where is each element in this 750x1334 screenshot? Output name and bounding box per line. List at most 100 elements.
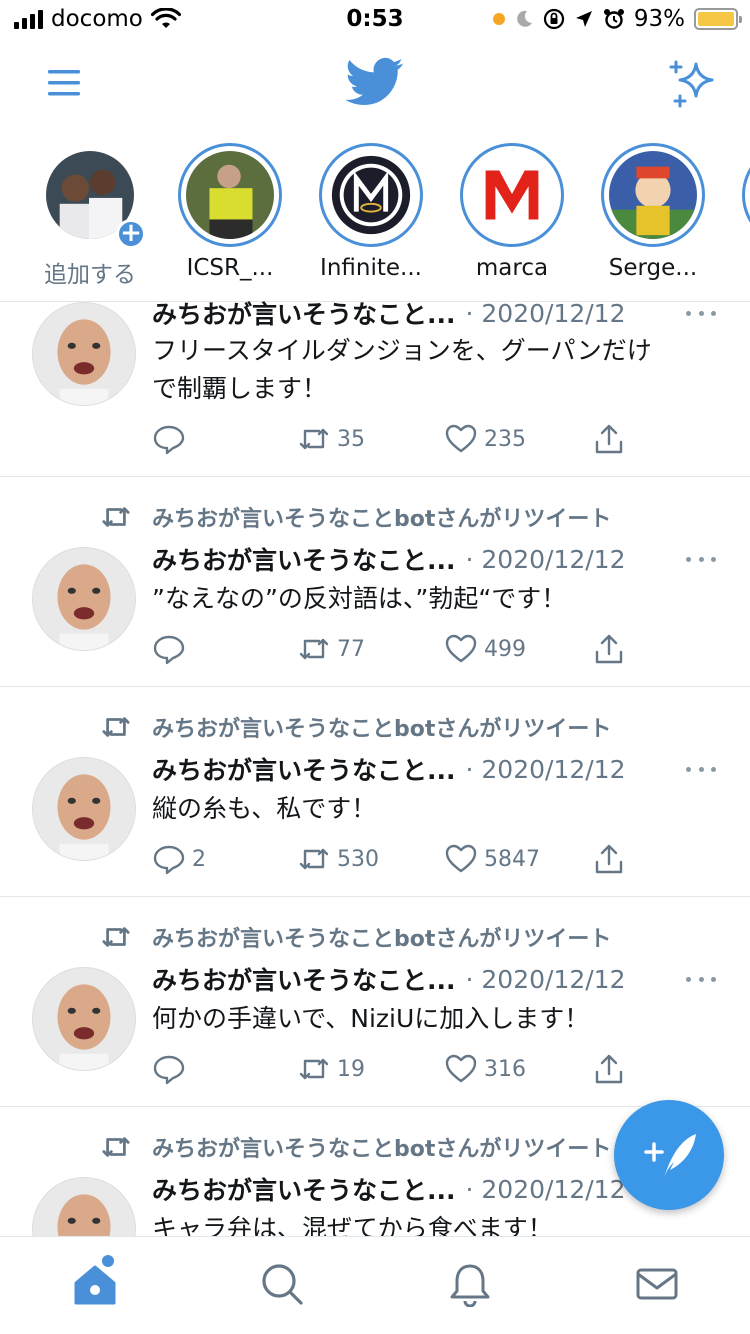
retweet-button[interactable]: 530 [297,842,379,876]
tweet-header: みちおが言いそうなこと... · 2020/12/12 [152,542,720,576]
share-button[interactable] [592,842,626,876]
retweet-button[interactable]: 35 [297,422,365,456]
fleet-ring [742,143,750,247]
tweet[interactable]: みちおが言いそうなことbotさんがリツイート みちおが言いそうなこと... · … [0,897,750,1107]
share-icon [595,844,623,874]
retweet-icon [102,927,130,947]
tweet-text-line: フリースタイルダンジョンを、グーパンだけ [152,336,652,365]
reply-button[interactable] [152,422,192,456]
tweet-date: · 2020/12/12 [465,298,626,328]
fleet-ring [601,143,705,247]
retweet-label[interactable]: みちおが言いそうなことbotさんがリツイート [152,1131,611,1163]
search-icon[interactable] [259,1261,305,1307]
tweet-date: · 2020/12/12 [465,544,626,574]
tweet-text-line: ”なえなの”の反対語は、”勃起“です！ [152,584,567,613]
fleet-label: 追加する [44,262,136,288]
like-button[interactable]: 5847 [444,842,540,876]
tweet-avatar[interactable] [32,757,136,861]
tweet[interactable]: みちおが言いそうなこと... · 2020/12/12 フリースタイルダンジョン… [0,299,750,477]
like-button[interactable]: 235 [444,422,526,456]
tweet-avatar[interactable] [32,547,136,651]
location-arrow-icon [575,11,592,27]
fleet-ring [178,143,282,247]
tweet-actions: 19 316 [152,1052,672,1088]
reply-icon [153,635,185,665]
fleet-item[interactable]: marca [442,143,582,281]
tweet[interactable]: みちおが言いそうなことbotさんがリツイート みちおが言いそうなこと... · … [0,687,750,897]
tweet[interactable]: みちおが言いそうなことbotさんがリツイート みちおが言いそうなこと... · … [0,477,750,687]
like-icon [445,1054,477,1083]
tweet-header: みちおが言いそうなこと... · 2020/12/12 [152,296,720,330]
retweet-label[interactable]: みちおが言いそうなことbotさんがリツイート [152,501,611,533]
fleet-avatar [609,151,697,239]
tweet-author-name[interactable]: みちおが言いそうなこと... [152,295,456,331]
like-count: 316 [484,1056,526,1082]
reply-button[interactable]: 2 [152,842,206,876]
fleet-label: marca [475,255,549,281]
tweet-date: · 2020/12/12 [465,1174,626,1204]
tweet-text-line: で制覇します！ [152,374,328,403]
rotation-lock-icon [543,8,564,30]
retweet-count: 530 [337,846,379,872]
reply-button[interactable] [152,1052,192,1086]
reply-icon [153,1055,185,1085]
more-options-icon[interactable] [686,296,716,330]
retweet-icon [102,507,130,527]
status-right: 93% [492,6,742,32]
fleet-item[interactable]: Infinite... [301,143,441,281]
fleet-add[interactable]: + 追加する [20,143,160,289]
tweet-avatar[interactable] [32,967,136,1071]
notifications-icon[interactable] [447,1261,493,1307]
retweet-icon [299,1058,329,1080]
tweet-text: 縦の糸も、私です！ [152,790,732,828]
share-button[interactable] [592,1052,626,1086]
like-button[interactable]: 499 [444,632,526,666]
fleet-label: Infinite... [320,255,422,281]
fleet-item-partial[interactable] [724,143,750,247]
retweet-indicator: みちおが言いそうなことbotさんがリツイート [100,1132,611,1162]
tweet-text: ”なえなの”の反対語は、”勃起“です！ [152,580,732,618]
tweet-avatar[interactable] [32,302,136,406]
retweet-label[interactable]: みちおが言いそうなことbotさんがリツイート [152,921,611,953]
retweet-icon [102,717,130,737]
like-icon [445,634,477,663]
retweet-label[interactable]: みちおが言いそうなことbotさんがリツイート [152,711,611,743]
retweet-button[interactable]: 77 [297,632,365,666]
fleet-item[interactable]: Serge... [583,143,723,281]
tweet-avatar[interactable] [32,1177,136,1236]
menu-icon[interactable] [46,65,82,101]
twitter-bird-icon [346,57,404,105]
share-button[interactable] [592,632,626,666]
retweet-count: 19 [337,1056,365,1082]
fleets-row: + 追加する ICSR_... Infinite... marca Serge.… [0,135,750,302]
tweet-author-name[interactable]: みちおが言いそうなこと... [152,541,456,577]
retweet-button[interactable]: 19 [297,1052,365,1086]
more-options-icon[interactable] [686,752,716,786]
battery-percent: 93% [633,6,685,32]
fleet-item[interactable]: ICSR_... [160,143,300,281]
reply-count: 2 [192,846,206,872]
share-icon [595,634,623,664]
fleet-avatar [186,151,274,239]
compose-tweet-button[interactable] [614,1100,724,1210]
tweet-author-name[interactable]: みちおが言いそうなこと... [152,1171,456,1207]
tweet-text: 何かの手違いで、NiziUに加入します！ [152,1000,732,1038]
tweet-author-name[interactable]: みちおが言いそうなこと... [152,961,456,997]
fleet-avatar [468,151,556,239]
reply-button[interactable] [152,632,192,666]
like-button[interactable]: 316 [444,1052,526,1086]
retweet-count: 35 [337,426,365,452]
messages-icon[interactable] [634,1261,680,1307]
retweet-count: 77 [337,636,365,662]
share-button[interactable] [592,422,626,456]
sparkle-icon[interactable] [666,58,718,110]
more-options-icon[interactable] [686,962,716,996]
compose-feather-icon [644,1134,696,1178]
like-icon [445,844,477,873]
tweet-author-name[interactable]: みちおが言いそうなこと... [152,751,456,787]
fleet-label: Serge... [608,255,698,281]
more-options-icon[interactable] [686,542,716,576]
retweet-indicator: みちおが言いそうなことbotさんがリツイート [100,712,611,742]
home-icon[interactable] [72,1261,118,1307]
tweet-text-line: キャラ弁は、混ぜてから食べます！ [152,1214,553,1236]
